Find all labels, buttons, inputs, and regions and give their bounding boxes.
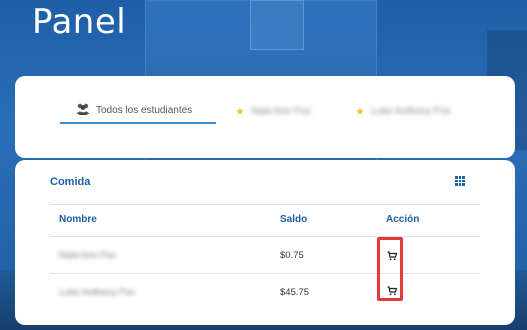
tab-label: Luke Anthony Fox — [370, 105, 451, 117]
tab-student-2[interactable]: ★ Luke Anthony Fox — [355, 98, 451, 124]
tab-all-students[interactable]: Todos los estudiantes — [60, 98, 216, 124]
users-icon — [76, 103, 90, 118]
tab-label: Naia Ann Fox — [250, 105, 311, 117]
meal-balance-card: Comida Nombre Saldo Acción Naia Ann Fox … — [15, 160, 515, 325]
action-highlight — [377, 237, 403, 301]
star-icon: ★ — [355, 105, 365, 118]
table-row: Naia Ann Fox $0.75 — [50, 237, 480, 273]
tab-label: Todos los estudiantes — [96, 104, 193, 116]
column-header-action: Acción — [386, 214, 420, 225]
page-title: Panel — [32, 2, 127, 42]
column-header-name: Nombre — [59, 214, 97, 225]
student-name: Naia Ann Fox — [59, 250, 117, 261]
tab-student-1[interactable]: ★ Naia Ann Fox — [235, 98, 311, 124]
grid-icon[interactable] — [455, 176, 465, 186]
column-header-balance: Saldo — [280, 214, 308, 225]
background-block — [250, 0, 304, 50]
balance-value: $0.75 — [280, 250, 304, 261]
student-tabs-card: Todos los estudiantes ★ Naia Ann Fox ★ L… — [15, 76, 515, 158]
card-title: Comida — [50, 176, 91, 188]
table-row: Luke Anthony Fox $45.75 — [50, 274, 480, 310]
star-icon: ★ — [235, 105, 245, 118]
cart-icon[interactable] — [387, 283, 398, 296]
balance-value: $45.75 — [280, 287, 310, 298]
cart-icon[interactable] — [387, 248, 398, 261]
divider — [50, 204, 480, 205]
student-name: Luke Anthony Fox — [59, 287, 136, 298]
